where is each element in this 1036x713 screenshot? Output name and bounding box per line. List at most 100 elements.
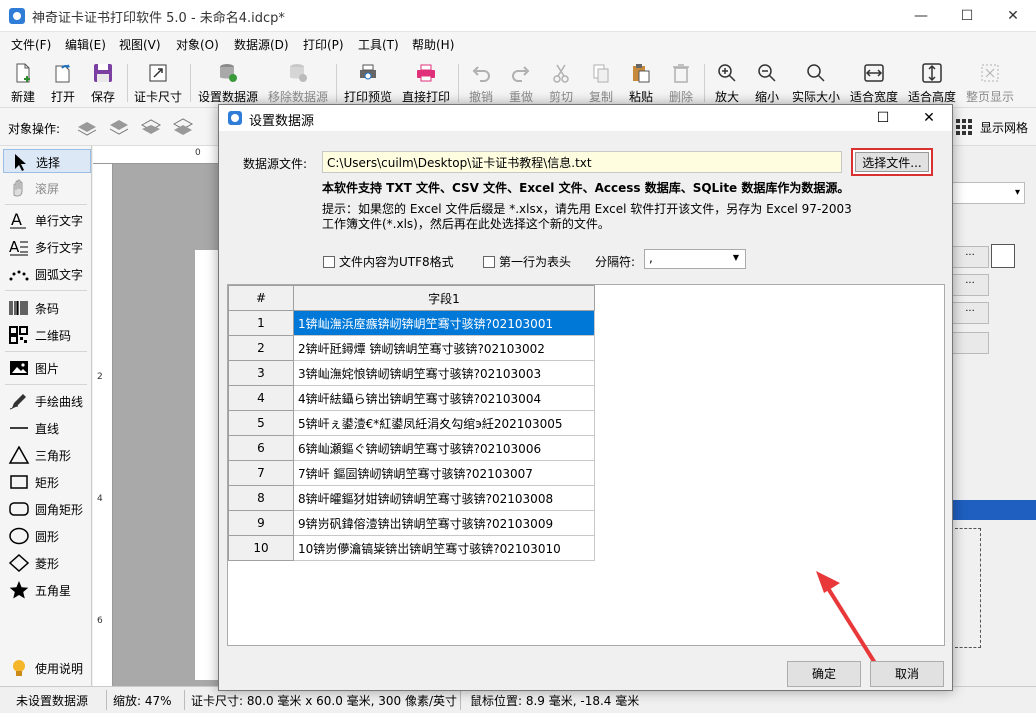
tool-rounded-rectangle[interactable]: 圆角矩形: [3, 497, 91, 521]
full-page-button[interactable]: 整页显示: [964, 60, 1016, 106]
minimize-button[interactable]: —: [898, 0, 944, 32]
table-row[interactable]: 7 7锛屽 鏂囩锛屻锛岄笁骞寸骇锛?02103007: [228, 460, 595, 486]
table-row[interactable]: 5 5锛屽ぇ鍙潱€*紅鍙凤紝涓夊勾绾э紝202103005: [228, 410, 595, 436]
table-cell[interactable]: 1锛屾潕浜庢瘯锛屻锛岄笁骞寸骇锛?02103001: [293, 310, 595, 336]
copy-button[interactable]: 复制: [584, 60, 618, 106]
tool-circle[interactable]: 圆形: [3, 524, 91, 548]
close-button[interactable]: ✕: [990, 0, 1036, 32]
bring-to-front-icon[interactable]: [76, 118, 98, 136]
redo-icon: [512, 66, 530, 82]
menu-datasource[interactable]: 数据源(D): [234, 36, 289, 53]
menu-print[interactable]: 打印(P): [303, 36, 344, 53]
property-dropdown[interactable]: ▾: [951, 182, 1025, 204]
help-button[interactable]: 使用说明: [3, 656, 91, 680]
table-cell[interactable]: 3锛屾潕姹悢锛屻锛岄笁骞寸骇锛?02103003: [293, 360, 595, 386]
set-datasource-button[interactable]: 设置数据源: [196, 60, 260, 106]
open-button[interactable]: 打开: [46, 60, 80, 106]
tool-panel: 选择 滚屏 A 单行文字 A 多行文字 圆弧文字 条码 二维码 图片 手绘曲线 …: [0, 146, 92, 686]
fit-width-button[interactable]: 适合宽度: [848, 60, 900, 106]
tool-select[interactable]: 选择: [3, 149, 91, 173]
qrcode-icon: [9, 326, 28, 344]
column-header-field1[interactable]: 字段1: [293, 285, 595, 311]
tool-single-line-text[interactable]: A 单行文字: [3, 208, 91, 232]
datasource-file-path[interactable]: [322, 151, 842, 173]
first-row-header-checkbox[interactable]: 第一行为表头: [483, 253, 571, 270]
tool-line[interactable]: 直线: [3, 416, 91, 440]
direct-print-button[interactable]: 直接打印: [400, 60, 452, 106]
table-cell[interactable]: 5锛屽ぇ鍙潱€*紅鍙凤紝涓夊勾绾э紝202103005: [293, 410, 595, 436]
tool-rectangle[interactable]: 矩形: [3, 470, 91, 494]
card-size-button[interactable]: 证卡尺寸: [132, 60, 184, 106]
table-row[interactable]: 9 9锛岃矾鍏傛潱锛岀锛岄笁骞寸骇锛?02103009: [228, 510, 595, 536]
actual-size-button[interactable]: 实际大小: [789, 60, 843, 106]
maximize-button[interactable]: ☐: [944, 0, 990, 32]
tool-arc-text[interactable]: 圆弧文字: [3, 262, 91, 286]
table-row[interactable]: 10 10锛岃儚瀹镐粊锛岀锛岄笁骞寸骇锛?02103010: [228, 535, 595, 561]
table-row[interactable]: 3 3锛屾潕姹悢锛屻锛岄笁骞寸骇锛?02103003: [228, 360, 595, 386]
zoom-out-button[interactable]: 缩小: [750, 60, 784, 106]
cut-button[interactable]: 剪切: [544, 60, 578, 106]
image-icon: [10, 361, 28, 375]
menu-edit[interactable]: 编辑(E): [65, 36, 106, 53]
separator-dropdown[interactable]: , ▼: [644, 249, 746, 269]
dialog-maximize-button[interactable]: ☐: [860, 105, 906, 131]
table-cell[interactable]: 4锛屽紶鑷ら锛岀锛岄笁骞寸骇锛?02103004: [293, 385, 595, 411]
property-button[interactable]: ...: [951, 246, 989, 268]
bring-forward-icon[interactable]: [108, 118, 130, 136]
table-cell[interactable]: 8锛屽皬鏂犲姏锛屻锛岄笁骞寸骇锛?02103008: [293, 485, 595, 511]
new-button[interactable]: 新建: [6, 60, 40, 106]
table-cell[interactable]: 6锛屾瀬鏂ぐ锛屻锛岄笁骞寸骇锛?02103006: [293, 435, 595, 461]
table-cell[interactable]: 7锛屽 鏂囩锛屻锛岄笁骞寸骇锛?02103007: [293, 460, 595, 486]
tool-star[interactable]: 五角星: [3, 578, 91, 602]
remove-datasource-button[interactable]: 移除数据源: [266, 60, 330, 106]
utf8-checkbox[interactable]: 文件内容为UTF8格式: [323, 253, 454, 270]
paste-button[interactable]: 粘贴: [624, 60, 658, 106]
tool-scroll[interactable]: 滚屏: [3, 176, 91, 200]
menu-tools[interactable]: 工具(T): [358, 36, 399, 53]
datasource-file-label: 数据源文件:: [243, 157, 308, 171]
tool-multi-line-text[interactable]: A 多行文字: [3, 235, 91, 259]
cancel-button[interactable]: 取消: [870, 661, 944, 687]
dialog-close-button[interactable]: ✕: [906, 105, 952, 131]
print-preview-button[interactable]: 打印预览: [342, 60, 394, 106]
selected-layer-row[interactable]: [951, 500, 1036, 520]
tool-triangle[interactable]: 三角形: [3, 443, 91, 467]
show-grid-label[interactable]: 显示网格: [980, 119, 1028, 136]
table-cell[interactable]: 10锛岃儚瀹镐粊锛岀锛岄笁骞寸骇锛?02103010: [293, 535, 595, 561]
table-cell[interactable]: 2锛屽瓩鐞燂 锛屻锛岄笁骞寸骇锛?02103002: [293, 335, 595, 361]
property-button[interactable]: [951, 332, 989, 354]
tool-image[interactable]: 图片: [3, 356, 91, 380]
send-to-back-icon[interactable]: [172, 118, 194, 136]
menu-help[interactable]: 帮助(H): [412, 36, 454, 53]
table-row[interactable]: 6 6锛屾瀬鏂ぐ锛屻锛岄笁骞寸骇锛?02103006: [228, 435, 595, 461]
table-row[interactable]: 4 4锛屽紶鑷ら锛岀锛岄笁骞寸骇锛?02103004: [228, 385, 595, 411]
grid-icon[interactable]: [956, 119, 973, 135]
choose-file-button[interactable]: 选择文件...: [851, 148, 933, 176]
menu-file[interactable]: 文件(F): [11, 36, 51, 53]
send-backward-icon[interactable]: [140, 118, 162, 136]
delete-button[interactable]: 删除: [664, 60, 698, 106]
column-header-index[interactable]: #: [228, 285, 294, 311]
table-row[interactable]: 2 2锛屽瓩鐞燂 锛屻锛岄笁骞寸骇锛?02103002: [228, 335, 595, 361]
fit-height-button[interactable]: 适合高度: [906, 60, 958, 106]
property-button[interactable]: ...: [951, 302, 989, 324]
undo-button[interactable]: 撤销: [464, 60, 498, 106]
save-button[interactable]: 保存: [86, 60, 120, 106]
color-swatch[interactable]: [991, 244, 1015, 268]
table-cell[interactable]: 9锛岃矾鍏傛潱锛岀锛岄笁骞寸骇锛?02103009: [293, 510, 595, 536]
table-row[interactable]: 8 8锛屽皬鏂犲姏锛屻锛岄笁骞寸骇锛?02103008: [228, 485, 595, 511]
object-operations-label: 对象操作:: [8, 122, 61, 136]
tool-qrcode[interactable]: 二维码: [3, 323, 91, 347]
tool-diamond[interactable]: 菱形: [3, 551, 91, 575]
property-button[interactable]: ...: [951, 274, 989, 296]
redo-button[interactable]: 重做: [504, 60, 538, 106]
menu-object[interactable]: 对象(O): [176, 36, 219, 53]
zoom-in-button[interactable]: 放大: [710, 60, 744, 106]
menu-view[interactable]: 视图(V): [119, 36, 161, 53]
paste-icon: [633, 64, 650, 83]
table-row[interactable]: 1 1锛屾潕浜庢瘯锛屻锛岄笁骞寸骇锛?02103001: [228, 310, 595, 336]
tool-freehand[interactable]: 手绘曲线: [3, 389, 91, 413]
tool-barcode[interactable]: 条码: [3, 296, 91, 320]
ok-button[interactable]: 确定: [787, 661, 861, 687]
separator: [5, 351, 87, 352]
